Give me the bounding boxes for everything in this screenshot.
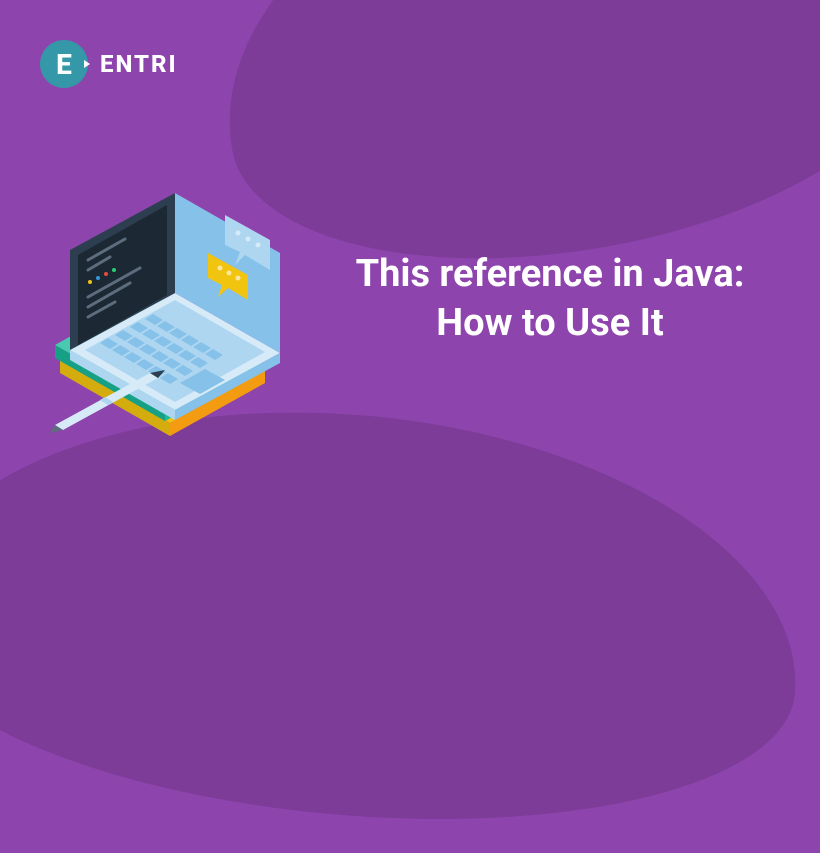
page-title: This reference in Java: How to Use It <box>320 250 780 349</box>
laptop-illustration <box>30 175 300 455</box>
title-line-2: How to Use It <box>320 299 780 348</box>
title-line-1: This reference in Java: <box>320 250 780 299</box>
logo-letter: E <box>56 48 72 81</box>
logo-circle: E <box>40 40 88 88</box>
play-icon <box>84 60 90 68</box>
brand-logo: E ENTRI <box>40 40 178 88</box>
brand-text: ENTRI <box>100 50 178 78</box>
